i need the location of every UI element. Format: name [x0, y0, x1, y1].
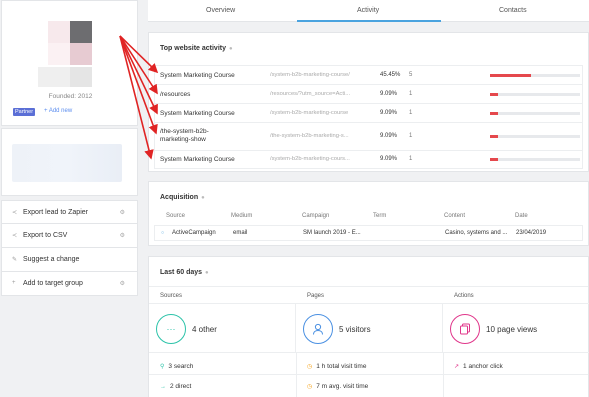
arrow-5: [119, 35, 154, 160]
arrow-1: [119, 35, 159, 74]
annotation-arrows: [119, 35, 159, 160]
arrow-3: [119, 35, 158, 115]
